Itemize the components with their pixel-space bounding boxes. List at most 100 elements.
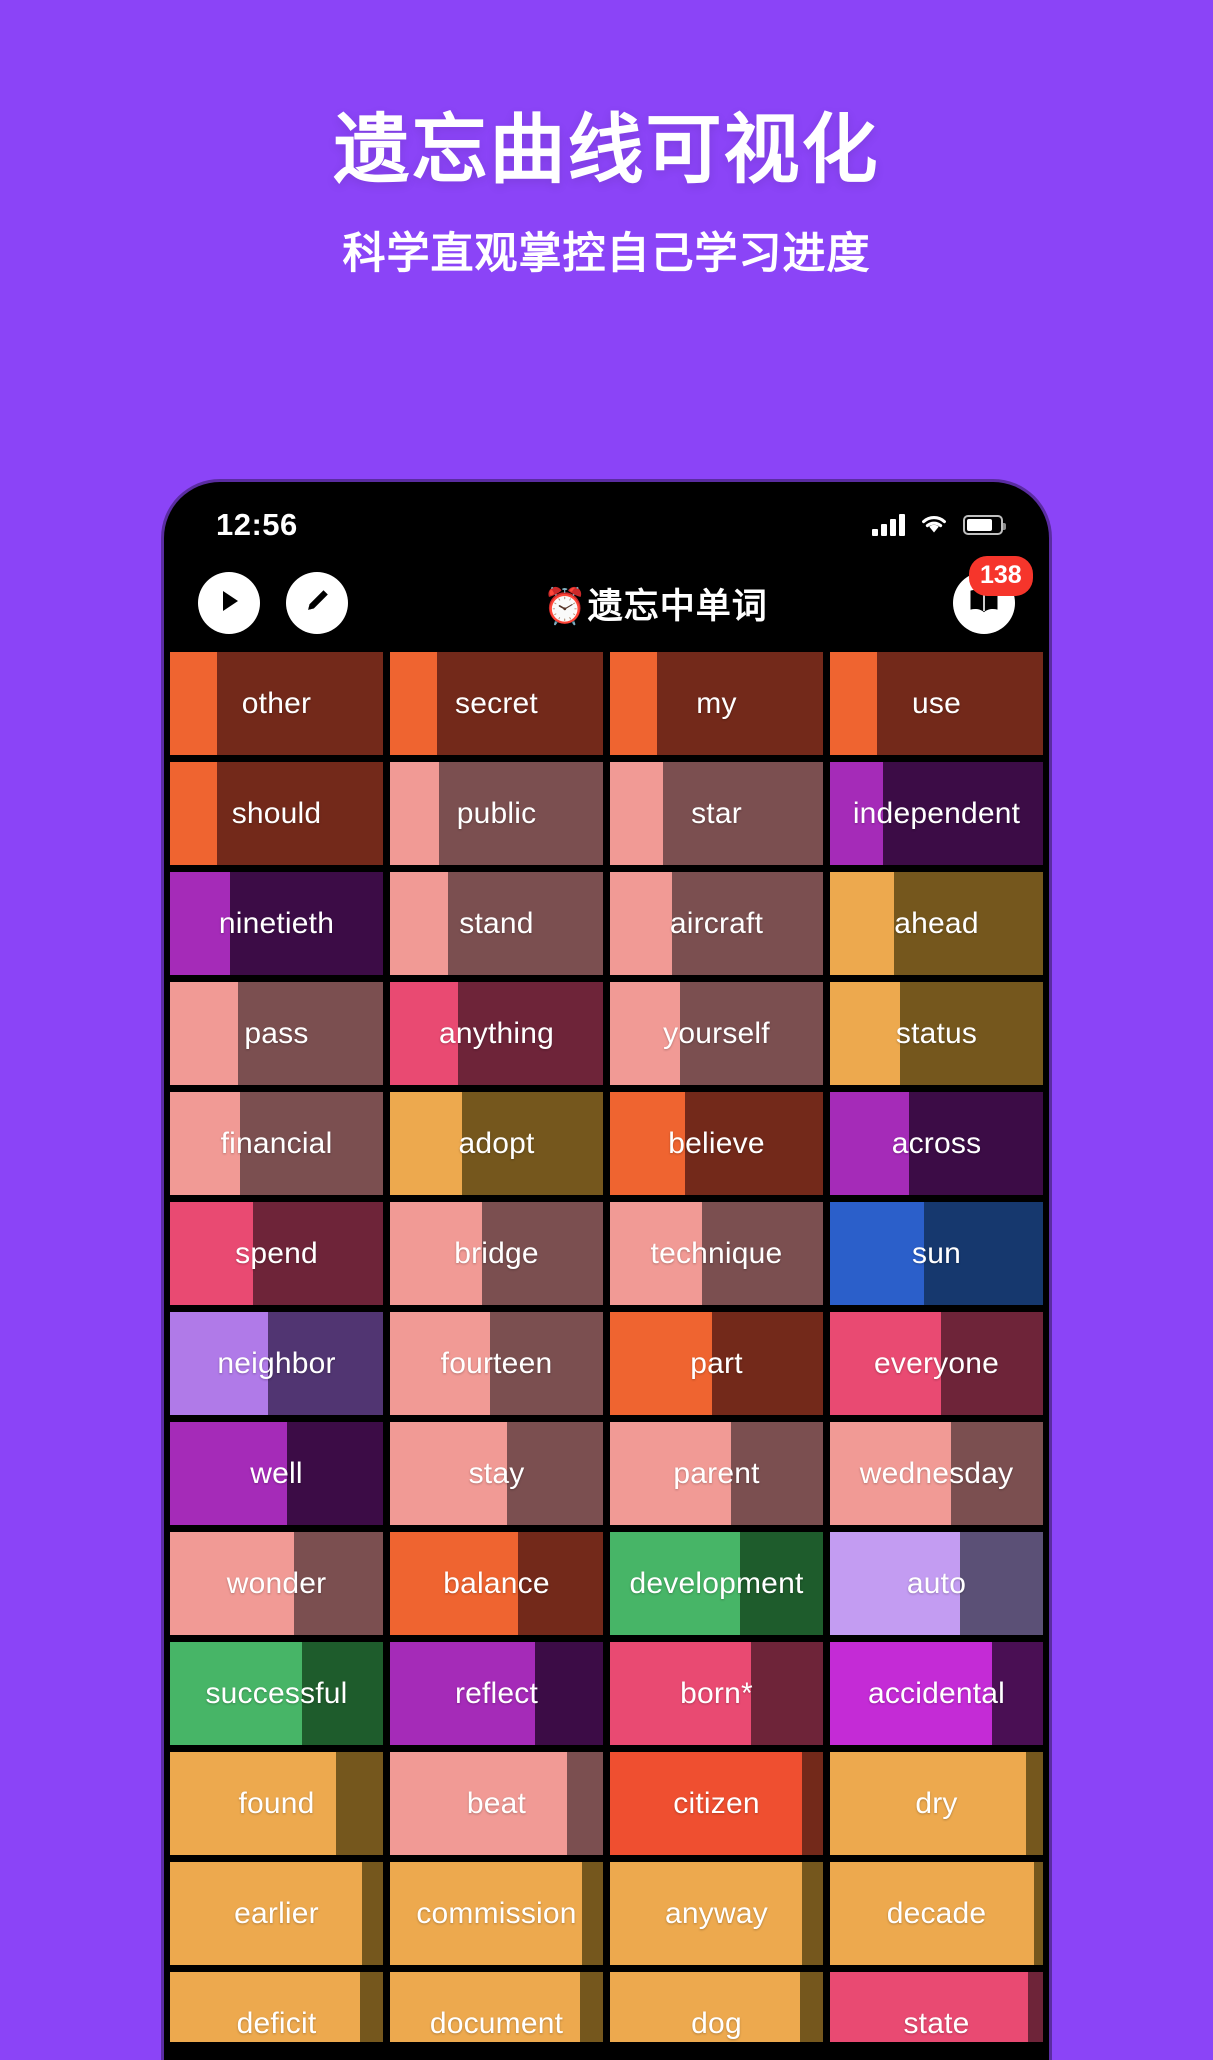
edit-button[interactable]	[286, 572, 348, 634]
word-label: ninetieth	[218, 906, 335, 940]
word-cell[interactable]: successful	[170, 1642, 383, 1745]
word-cell[interactable]: wonder	[170, 1532, 383, 1635]
word-label: secret	[455, 686, 538, 720]
promo-subtitle: 科学直观掌控自己学习进度	[342, 230, 871, 279]
word-cell[interactable]: spend	[170, 1202, 383, 1305]
word-label: found	[238, 1786, 315, 1820]
word-label: financial	[220, 1126, 333, 1160]
word-cell[interactable]: dog	[610, 1972, 823, 2042]
word-cell[interactable]: auto	[830, 1532, 1043, 1635]
word-cell[interactable]: everyone	[830, 1312, 1043, 1415]
word-label: part	[690, 1346, 743, 1380]
word-cell[interactable]: state	[830, 1972, 1043, 2042]
word-label: use	[912, 686, 961, 720]
promo-title: 遗忘曲线可视化	[333, 108, 880, 193]
memory-progress-bar	[830, 872, 894, 975]
word-cell[interactable]: part	[610, 1312, 823, 1415]
word-cell[interactable]: neighbor	[170, 1312, 383, 1415]
memory-progress-bar	[170, 982, 239, 1085]
notebook-button[interactable]: 138	[953, 556, 1033, 634]
word-label: dog	[691, 2006, 742, 2040]
memory-progress-bar	[390, 652, 437, 755]
word-cell[interactable]: financial	[170, 1092, 383, 1195]
word-cell[interactable]: sun	[830, 1202, 1043, 1305]
word-cell[interactable]: decade	[830, 1862, 1043, 1965]
word-cell[interactable]: aircraft	[610, 872, 823, 975]
word-cell[interactable]: independent	[830, 762, 1043, 865]
word-label: reflect	[454, 1676, 539, 1710]
word-label: pass	[244, 1016, 309, 1050]
word-cell[interactable]: believe	[610, 1092, 823, 1195]
word-cell[interactable]: document	[390, 1972, 603, 2042]
word-cell[interactable]: found	[170, 1752, 383, 1855]
word-cell[interactable]: technique	[610, 1202, 823, 1305]
word-label: my	[696, 686, 737, 720]
word-label: stand	[459, 906, 534, 940]
memory-progress-bar	[390, 1092, 463, 1195]
word-cell[interactable]: bridge	[390, 1202, 603, 1305]
word-label: development	[629, 1566, 804, 1600]
play-button[interactable]	[198, 572, 260, 634]
word-cell[interactable]: born*	[610, 1642, 823, 1745]
word-label: spend	[235, 1236, 318, 1270]
memory-progress-bar	[610, 762, 664, 865]
promo-header: 遗忘曲线可视化 科学直观掌控自己学习进度	[0, 0, 1213, 281]
word-cell[interactable]: beat	[390, 1752, 603, 1855]
battery-icon	[963, 515, 1006, 535]
word-label: deficit	[236, 2006, 317, 2040]
signal-bars-icon	[872, 514, 905, 536]
word-label: document	[429, 2006, 564, 2040]
word-cell[interactable]: well	[170, 1422, 383, 1525]
memory-progress-bar	[390, 872, 448, 975]
word-label: dry	[915, 1786, 958, 1820]
word-cell[interactable]: anything	[390, 982, 603, 1085]
word-cell[interactable]: ninetieth	[170, 872, 383, 975]
word-cell[interactable]: deficit	[170, 1972, 383, 2042]
word-cell[interactable]: citizen	[610, 1752, 823, 1855]
word-label: should	[231, 796, 322, 830]
word-cell[interactable]: earlier	[170, 1862, 383, 1965]
word-label: fourteen	[440, 1346, 553, 1380]
word-cell[interactable]: development	[610, 1532, 823, 1635]
word-cell[interactable]: wednesday	[830, 1422, 1043, 1525]
word-cell[interactable]: should	[170, 762, 383, 865]
word-label: technique	[650, 1236, 783, 1270]
phone-mockup: 12:56 ⏰遗忘中单词 138 other secret my use sho…	[164, 482, 1049, 2060]
word-cell[interactable]: other	[170, 652, 383, 755]
word-cell[interactable]: fourteen	[390, 1312, 603, 1415]
word-cell[interactable]: reflect	[390, 1642, 603, 1745]
word-cell[interactable]: ahead	[830, 872, 1043, 975]
memory-progress-bar	[610, 872, 672, 975]
play-icon	[215, 587, 243, 620]
word-cell[interactable]: public	[390, 762, 603, 865]
word-cell[interactable]: stand	[390, 872, 603, 975]
word-cell[interactable]: stay	[390, 1422, 603, 1525]
word-cell[interactable]: use	[830, 652, 1043, 755]
word-cell[interactable]: adopt	[390, 1092, 603, 1195]
word-cell[interactable]: parent	[610, 1422, 823, 1525]
word-label: state	[903, 2006, 970, 2040]
word-label: successful	[205, 1676, 348, 1710]
word-cell[interactable]: star	[610, 762, 823, 865]
word-label: wonder	[226, 1566, 327, 1600]
memory-progress-bar	[610, 652, 657, 755]
word-cell[interactable]: anyway	[610, 1862, 823, 1965]
word-cell[interactable]: accidental	[830, 1642, 1043, 1745]
word-label: everyone	[873, 1346, 999, 1380]
word-label: bridge	[454, 1236, 539, 1270]
word-cell[interactable]: secret	[390, 652, 603, 755]
word-label: accidental	[867, 1676, 1006, 1710]
word-cell[interactable]: commission	[390, 1862, 603, 1965]
status-badge: 138	[969, 556, 1033, 596]
word-cell[interactable]: pass	[170, 982, 383, 1085]
word-label: citizen	[673, 1786, 760, 1820]
word-label: parent	[673, 1456, 760, 1490]
wifi-icon	[919, 512, 949, 539]
word-cell[interactable]: balance	[390, 1532, 603, 1635]
word-cell[interactable]: across	[830, 1092, 1043, 1195]
word-cell[interactable]: status	[830, 982, 1043, 1085]
word-cell[interactable]: dry	[830, 1752, 1043, 1855]
memory-progress-bar	[170, 652, 217, 755]
word-cell[interactable]: my	[610, 652, 823, 755]
word-cell[interactable]: yourself	[610, 982, 823, 1085]
